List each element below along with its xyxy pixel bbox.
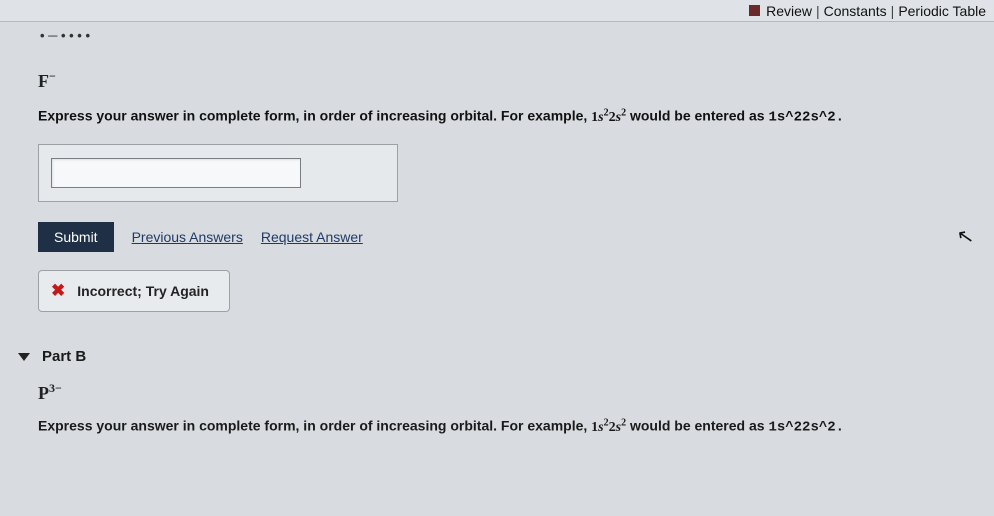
example-code: 1s^22s^2. <box>768 420 844 436</box>
chevron-down-icon <box>18 353 30 361</box>
species-b: P3− <box>38 375 976 416</box>
request-answer-link[interactable]: Request Answer <box>261 229 363 245</box>
review-icon <box>749 5 760 16</box>
part-a: F− Express your answer in complete form,… <box>0 49 994 348</box>
feedback-text: Incorrect; Try Again <box>77 283 209 299</box>
species-base: P <box>38 383 49 403</box>
species-base: F <box>38 71 49 91</box>
action-row: Submit Previous Answers Request Answer <box>38 222 976 252</box>
prompt-pre: Express your answer in complete form, in… <box>38 418 591 434</box>
previous-answers-link[interactable]: Previous Answers <box>132 229 243 245</box>
part-b-header[interactable]: Part B <box>0 348 994 375</box>
prompt-a: Express your answer in complete form, in… <box>38 106 976 144</box>
prompt-pre: Express your answer in complete form, in… <box>38 108 591 124</box>
top-nav: Review | Constants | Periodic Table <box>0 0 994 22</box>
submit-button[interactable]: Submit <box>38 222 114 252</box>
example-formatted: 1s22s2 <box>591 420 626 435</box>
part-b-label: Part B <box>42 348 86 365</box>
species-charge: 3− <box>49 381 62 395</box>
part-a-label: • ─ • • • • <box>0 22 994 49</box>
separator: | <box>891 3 895 19</box>
separator: | <box>816 3 820 19</box>
example-formatted: 1s22s2 <box>591 110 626 125</box>
prompt-b: Express your answer in complete form, in… <box>38 416 976 442</box>
answer-box <box>38 144 398 202</box>
review-link[interactable]: Review <box>766 3 812 19</box>
species-a: F− <box>38 57 976 106</box>
prompt-post: would be entered as <box>626 418 768 434</box>
constants-link[interactable]: Constants <box>824 3 887 19</box>
species-charge: − <box>49 69 56 83</box>
incorrect-icon: ✖ <box>51 281 65 301</box>
feedback-box: ✖ Incorrect; Try Again <box>38 270 230 312</box>
periodic-table-link[interactable]: Periodic Table <box>898 3 986 19</box>
answer-input[interactable] <box>51 158 301 188</box>
example-code: 1s^22s^2. <box>768 110 844 126</box>
prompt-post: would be entered as <box>626 108 768 124</box>
part-b: P3− Express your answer in complete form… <box>0 375 994 442</box>
